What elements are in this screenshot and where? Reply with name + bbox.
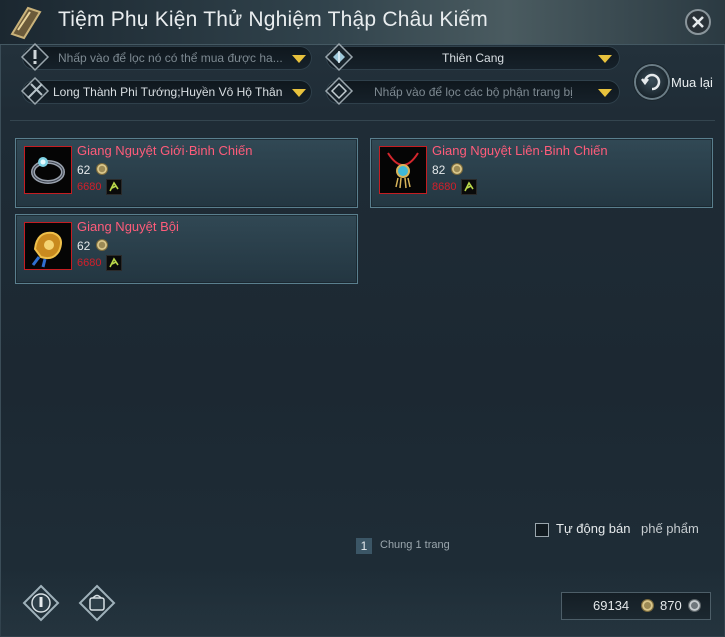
close-icon[interactable] — [684, 8, 712, 36]
set-filter-dropdown[interactable]: Long Thành Phi Tướng;Huyền Vô Hộ Thân — [20, 76, 312, 106]
item-price: 82 — [432, 163, 446, 177]
pendant-icon — [24, 222, 72, 270]
equipment-slot-icon — [324, 76, 354, 106]
autosell-checkbox[interactable] — [535, 523, 549, 537]
item-name: Giang Nguyệt Giới·Binh Chiến — [77, 143, 253, 158]
divider — [10, 120, 715, 121]
silver-coin-icon — [688, 599, 701, 612]
slot-filter-placeholder: Nhấp vào để lọc các bộ phận trang bị — [374, 85, 573, 99]
item-price: 62 — [77, 163, 91, 177]
window-title: Tiệm Phụ Kiện Thử Nghiệm Thập Châu Kiếm — [58, 8, 489, 31]
item-card[interactable]: Giang Nguyệt Giới·Binh Chiến 62 6680 — [15, 138, 358, 208]
item-name: Giang Nguyệt Liên·Binh Chiến — [432, 143, 608, 158]
sect-filter-value: Thiên Cang — [442, 51, 505, 65]
item-original-price: 6680 — [77, 257, 102, 269]
current-page[interactable]: 1 — [356, 538, 372, 554]
sect-icon — [324, 42, 354, 72]
token-icon — [106, 179, 122, 195]
ring-icon — [24, 146, 72, 194]
item-name: Giang Nguyệt Bội — [77, 219, 179, 234]
exclamation-icon — [20, 42, 50, 72]
gold-amount: 69134 — [593, 598, 630, 613]
necklace-icon — [379, 146, 427, 194]
token-icon — [106, 255, 122, 271]
item-card[interactable]: Giang Nguyệt Liên·Binh Chiến 82 8680 — [370, 138, 713, 208]
title-bar: Tiệm Phụ Kiện Thử Nghiệm Thập Châu Kiếm — [0, 0, 725, 45]
chevron-down-icon — [292, 55, 306, 63]
currency-display: 69134 870 — [561, 592, 711, 620]
shop-emblem-icon — [10, 6, 42, 40]
purchasable-filter-placeholder: Nhấp vào để lọc nó có thể mua được ha... — [58, 51, 283, 65]
sect-filter-dropdown[interactable]: Thiên Cang — [324, 42, 620, 72]
coin-icon — [451, 163, 463, 175]
info-icon[interactable] — [22, 584, 60, 622]
item-original-price: 6680 — [77, 181, 102, 193]
coin-icon — [96, 239, 108, 251]
set-icon — [20, 76, 50, 106]
purchasable-filter-dropdown[interactable]: Nhấp vào để lọc nó có thể mua được ha... — [20, 42, 312, 72]
shop-window: Tiệm Phụ Kiện Thử Nghiệm Thập Châu Kiếm … — [0, 0, 725, 637]
token-icon — [461, 179, 477, 195]
autosell-suffix: phế phẩm — [641, 521, 699, 536]
chevron-down-icon — [598, 89, 612, 97]
gold-coin-icon — [641, 599, 654, 612]
chevron-down-icon — [292, 89, 306, 97]
silver-amount: 870 — [660, 598, 682, 613]
page-total: Chung 1 trang — [380, 539, 450, 551]
buyback-label: Mua lại — [671, 75, 713, 90]
item-card[interactable]: Giang Nguyệt Bội 62 6680 — [15, 214, 358, 284]
slot-filter-dropdown[interactable]: Nhấp vào để lọc các bộ phận trang bị — [324, 76, 620, 106]
item-original-price: 8680 — [432, 181, 457, 193]
bag-icon[interactable] — [78, 584, 116, 622]
item-price: 62 — [77, 239, 91, 253]
autosell-label: Tự động bán — [556, 521, 631, 536]
buyback-button[interactable]: Mua lại — [636, 66, 716, 102]
set-filter-value: Long Thành Phi Tướng;Huyền Vô Hộ Thân — [53, 85, 283, 99]
chevron-down-icon — [598, 55, 612, 63]
coin-icon — [96, 163, 108, 175]
buyback-icon — [636, 66, 668, 98]
